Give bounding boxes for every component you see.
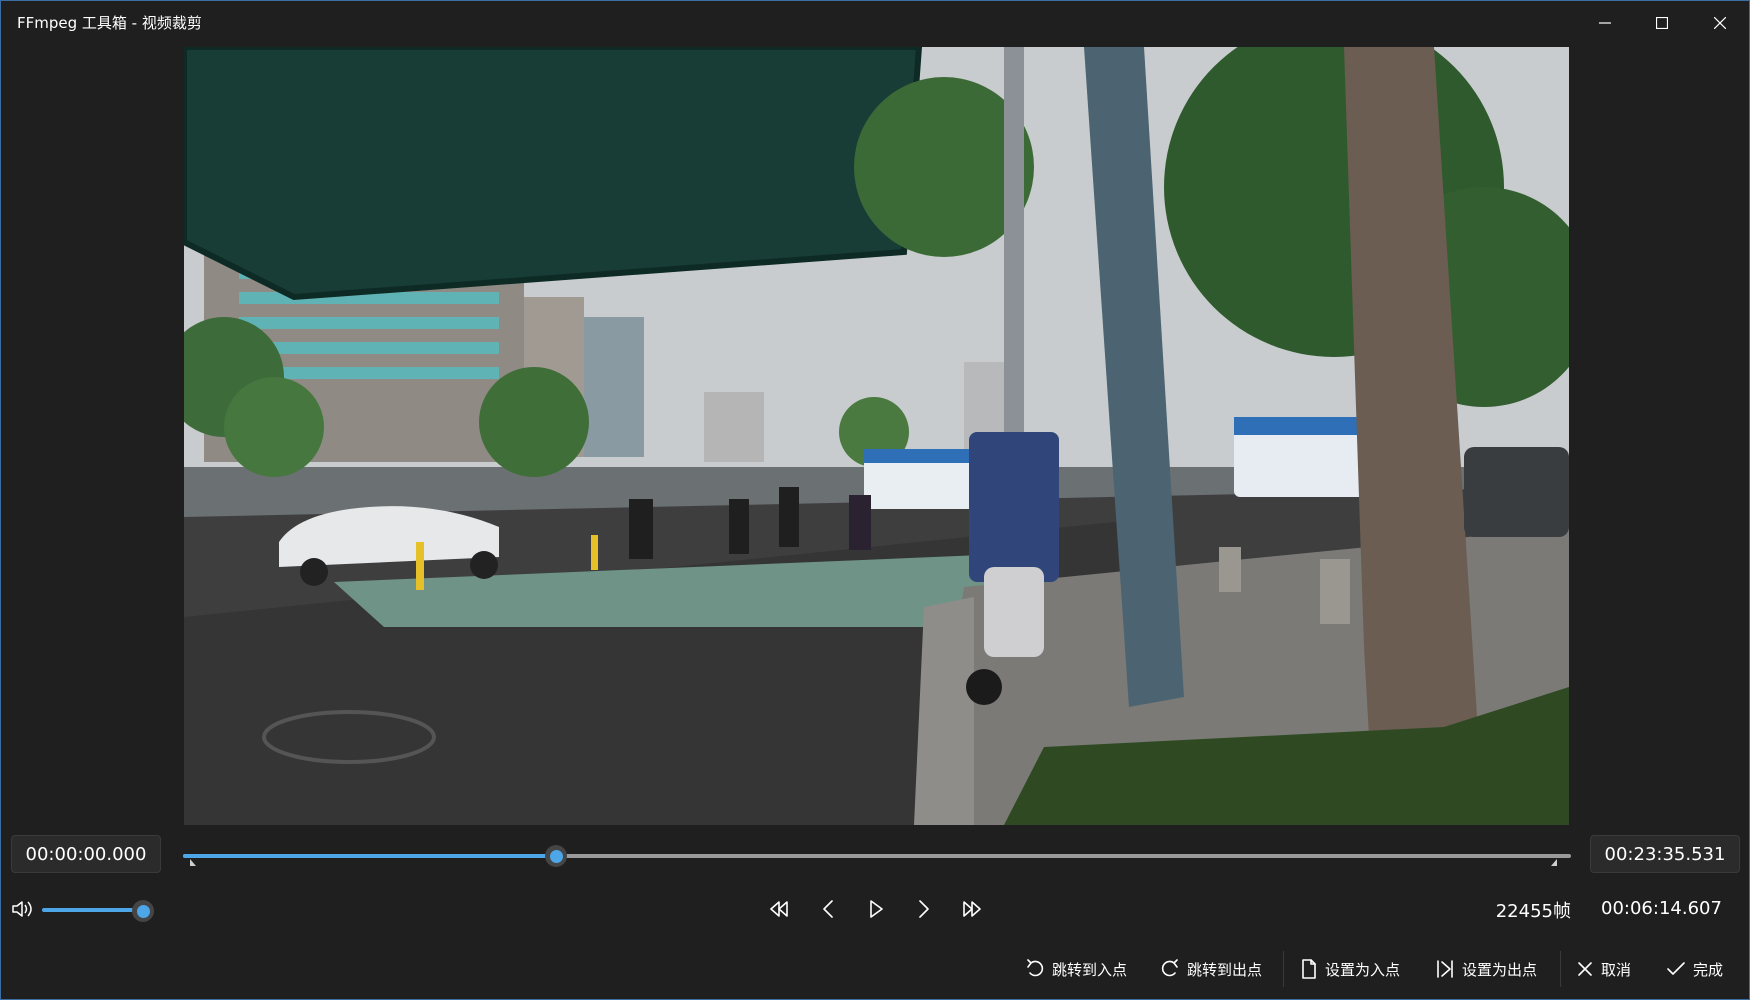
set-in-point-button[interactable]: 设置为入点 <box>1301 955 1400 983</box>
video-preview[interactable] <box>184 47 1569 825</box>
done-label: 完成 <box>1693 960 1724 979</box>
divider <box>1283 951 1284 987</box>
frame-count: 22455帧 <box>1495 901 1571 922</box>
maximize-button[interactable] <box>1634 1 1690 45</box>
previous-frame-button[interactable] <box>812 894 844 924</box>
set-in-point-label: 设置为入点 <box>1325 960 1401 979</box>
in-point-marker[interactable] <box>190 859 198 867</box>
goto-in-point-button[interactable]: 跳转到入点 <box>1026 955 1127 983</box>
play-icon <box>870 900 883 918</box>
set-out-point-button[interactable]: 设置为出点 <box>1436 955 1537 983</box>
divider <box>1560 951 1561 987</box>
close-button[interactable] <box>1692 1 1748 45</box>
goto-out-point-label: 跳转到出点 <box>1187 960 1263 979</box>
set-out-point-label: 设置为出点 <box>1462 960 1538 979</box>
play-button[interactable] <box>860 894 892 924</box>
title-bar: FFmpeg 工具箱 - 视频裁剪 <box>1 1 1749 45</box>
window-title: FFmpeg 工具箱 - 视频裁剪 <box>17 14 202 32</box>
start-time-field[interactable]: 00:00:00.000 <box>11 835 161 873</box>
next-frame-button[interactable] <box>908 894 940 924</box>
skip-back-icon <box>770 901 788 917</box>
cancel-button[interactable]: 取消 <box>1577 955 1631 983</box>
volume-slider[interactable] <box>42 908 142 912</box>
skip-back-button[interactable] <box>763 894 795 924</box>
close-icon <box>1578 962 1592 976</box>
done-button[interactable]: 完成 <box>1667 955 1723 983</box>
rotate-left-icon <box>1027 959 1044 977</box>
video-frame-image <box>184 47 1569 825</box>
volume-slider-thumb[interactable] <box>132 900 154 922</box>
minimize-icon <box>1599 22 1611 24</box>
out-point-marker[interactable] <box>1550 859 1558 867</box>
next-frame-icon <box>919 900 929 918</box>
set-out-point-icon <box>1437 960 1453 978</box>
skip-forward-icon <box>963 901 981 917</box>
document-icon <box>1302 959 1316 979</box>
maximize-icon <box>1656 17 1668 29</box>
seek-bar[interactable] <box>183 845 1571 867</box>
checkmark-icon <box>1667 962 1685 975</box>
seek-bar-thumb[interactable] <box>545 845 568 867</box>
minimize-button[interactable] <box>1577 1 1633 45</box>
end-time-field[interactable]: 00:23:35.531 <box>1590 835 1740 873</box>
volume-icon[interactable] <box>11 898 35 920</box>
cancel-label: 取消 <box>1601 960 1632 979</box>
current-time[interactable]: 00:06:14.607 <box>1601 898 1722 919</box>
seek-bar-progress <box>183 854 557 858</box>
rotate-right-icon <box>1161 959 1178 977</box>
skip-forward-button[interactable] <box>956 894 988 924</box>
goto-out-point-button[interactable]: 跳转到出点 <box>1161 955 1262 983</box>
previous-frame-icon <box>823 900 833 918</box>
close-icon <box>1714 17 1726 29</box>
goto-in-point-label: 跳转到入点 <box>1052 960 1128 979</box>
